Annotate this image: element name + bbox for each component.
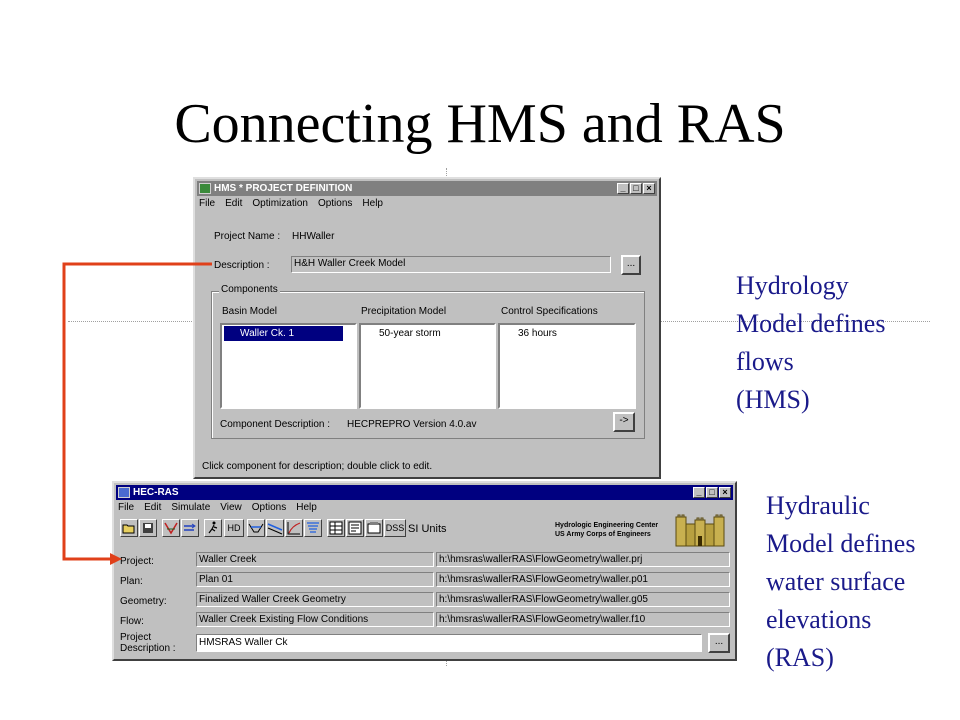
connector-arrowhead: [110, 553, 122, 565]
connector-line: [62, 262, 212, 561]
connector-arrow: [62, 262, 212, 565]
